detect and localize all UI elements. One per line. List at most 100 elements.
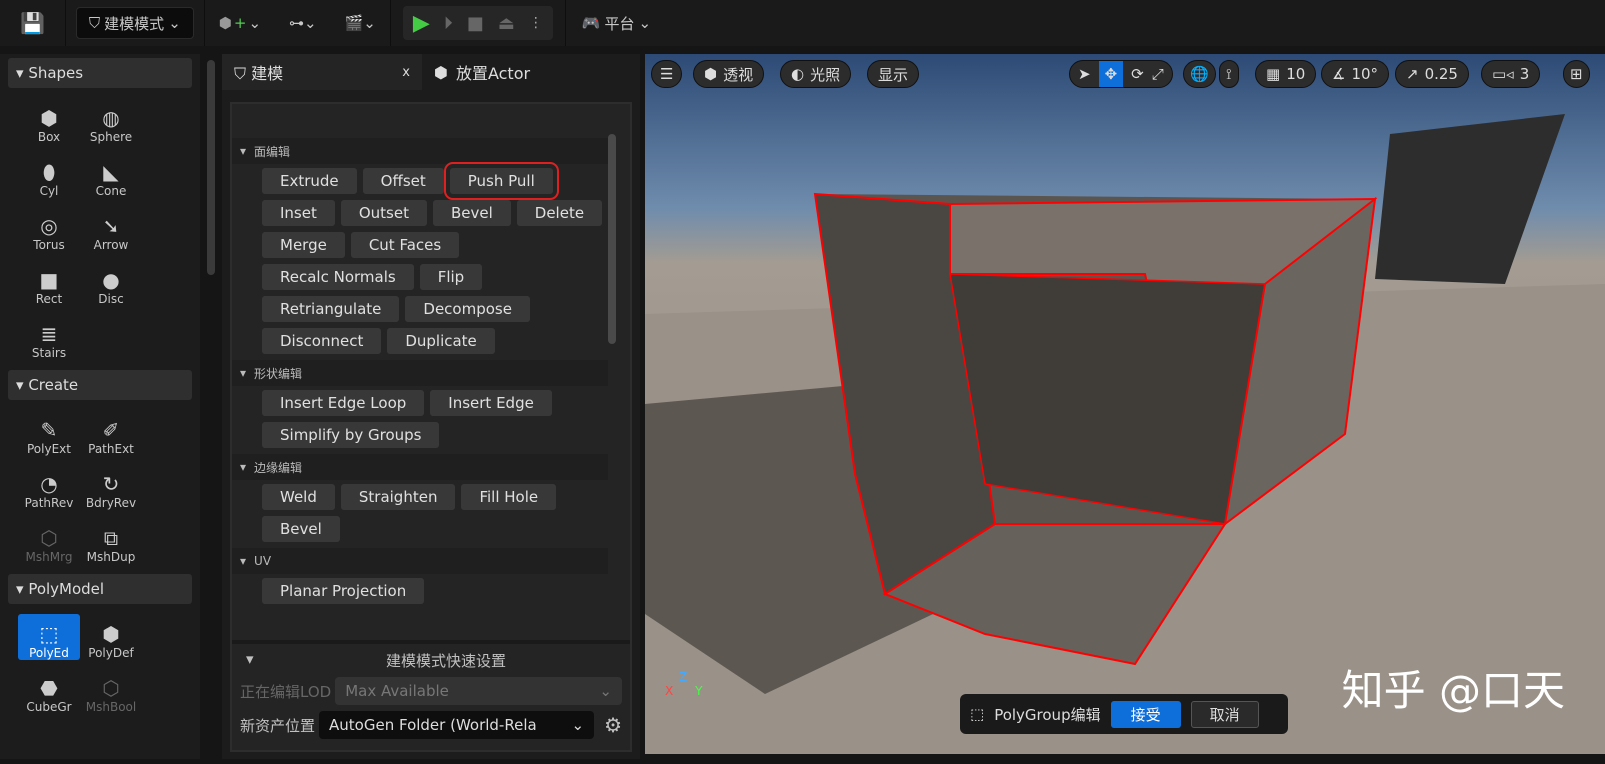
- cinematics-button[interactable]: 🎬⌄: [331, 14, 390, 32]
- cut-faces-button[interactable]: Cut Faces: [350, 232, 460, 258]
- tool-cubegr[interactable]: ⬣ CubeGr: [18, 668, 80, 714]
- push-pull-button[interactable]: Push Pull: [443, 162, 559, 200]
- duplicate-button[interactable]: Duplicate: [387, 328, 495, 354]
- select-icon[interactable]: ➤: [1078, 65, 1091, 83]
- section-shapes[interactable]: ▾ Shapes: [8, 58, 192, 88]
- tool-cyl[interactable]: ⬮ Cyl: [18, 152, 80, 198]
- simplify-by-groups-button[interactable]: Simplify by Groups: [262, 422, 440, 448]
- section-polymodel[interactable]: ▾ PolyModel: [8, 574, 192, 604]
- inset-button[interactable]: Inset: [262, 200, 335, 226]
- tool-label: Disc: [98, 292, 124, 306]
- scale-icon[interactable]: ⤢: [1152, 65, 1172, 83]
- mode-label: 建模模式: [104, 14, 165, 33]
- collapse-icon[interactable]: ▾: [246, 650, 254, 671]
- step-icon[interactable]: ⏵: [444, 13, 453, 34]
- recalc-normals-button[interactable]: Recalc Normals: [262, 264, 414, 290]
- quick-settings: ▾ 建模模式快速设置 正在编辑LOD Max Available ⌄ 新资产位置 Aut…: [232, 640, 630, 750]
- world-local-button[interactable]: 🌐: [1183, 60, 1216, 88]
- camera-speed-button[interactable]: ▭◃ 3: [1481, 60, 1541, 88]
- outset-button[interactable]: Outset: [340, 200, 427, 226]
- panel-scrollbar[interactable]: [608, 134, 616, 344]
- insert-edge-button[interactable]: Insert Edge: [430, 390, 552, 416]
- tool-mshdup[interactable]: ⧉ MshDup: [80, 518, 142, 564]
- tool-box[interactable]: ⬢ Box: [18, 98, 80, 144]
- asset-location-dropdown[interactable]: AutoGen Folder (World-Rela ⌄: [319, 711, 595, 739]
- group-header[interactable]: ▾ 面编辑: [232, 138, 608, 164]
- extrude-button[interactable]: Extrude: [262, 168, 357, 194]
- straighten-button[interactable]: Straighten: [340, 484, 456, 510]
- tool-cone[interactable]: ◣ Cone: [80, 152, 142, 198]
- collapse-icon: ▾: [240, 460, 247, 474]
- play-icon[interactable]: ▶: [413, 11, 430, 36]
- grid-snap-button[interactable]: ▦ 10: [1255, 60, 1317, 88]
- show-button[interactable]: 显示: [867, 60, 920, 88]
- bevel-button[interactable]: Bevel: [262, 516, 340, 542]
- mode-dropdown[interactable]: ⛉ 建模模式 ⌄: [75, 7, 194, 39]
- camera-icon: ▭◃: [1492, 65, 1514, 83]
- tool-mshbool[interactable]: ⬡ MshBool: [80, 668, 142, 714]
- retriangulate-button[interactable]: Retriangulate: [262, 296, 400, 322]
- move-icon[interactable]: ✥: [1098, 61, 1124, 87]
- tool-pathext[interactable]: ✐ PathExt: [80, 410, 142, 456]
- layout-button[interactable]: ⊞: [1563, 60, 1590, 88]
- rotate-icon[interactable]: ⟳: [1131, 65, 1144, 83]
- add-actor-button[interactable]: ⬢ + ⌄: [205, 14, 275, 32]
- quick-settings-title: 建模模式快速设置: [385, 652, 506, 670]
- tool-bdryrev[interactable]: ↻ BdryRev: [80, 464, 142, 510]
- blueprint-button[interactable]: ⊶⌄: [275, 14, 331, 32]
- delete-button[interactable]: Delete: [516, 200, 603, 226]
- tool-rect[interactable]: ■ Rect: [18, 260, 80, 306]
- section-create[interactable]: ▾ Create: [8, 370, 192, 400]
- accept-button[interactable]: 接受: [1110, 700, 1181, 728]
- lod-dropdown[interactable]: Max Available ⌄: [335, 677, 622, 705]
- scale-snap-button[interactable]: ↗ 0.25: [1395, 60, 1469, 88]
- tool-polydef[interactable]: ⬢ PolyDef: [80, 614, 142, 660]
- close-icon[interactable]: x: [402, 65, 410, 80]
- more-icon[interactable]: ⋮: [529, 15, 543, 31]
- merge-button[interactable]: Merge: [262, 232, 345, 258]
- tool-pathrev[interactable]: ◔ PathRev: [18, 464, 80, 510]
- surface-snap-button[interactable]: ⟟: [1219, 60, 1239, 88]
- cancel-button[interactable]: 取消: [1190, 700, 1259, 728]
- tool-stairs[interactable]: ≣ Stairs: [18, 314, 80, 360]
- weld-button[interactable]: Weld: [262, 484, 335, 510]
- group-title: 形状编辑: [254, 366, 303, 381]
- insert-edge-loop-button[interactable]: Insert Edge Loop: [262, 390, 425, 416]
- tab-modeling[interactable]: ⛉ 建模 x: [222, 54, 422, 90]
- decompose-button[interactable]: Decompose: [405, 296, 530, 322]
- offset-button[interactable]: Offset: [362, 168, 444, 194]
- tool-torus[interactable]: ◎ Torus: [18, 206, 80, 252]
- cubegrid-icon: ⬣: [40, 676, 58, 700]
- flip-button[interactable]: Flip: [419, 264, 483, 290]
- tool-arrow[interactable]: ➘ Arrow: [80, 206, 142, 252]
- platform-dropdown[interactable]: 🎮 平台 ⌄: [566, 13, 667, 34]
- tool-polyext[interactable]: ✎ PolyExt: [18, 410, 80, 456]
- tool-polyed[interactable]: ⬚ PolyEd: [18, 614, 80, 660]
- group-header[interactable]: ▾ 形状编辑: [232, 360, 608, 386]
- save-icon[interactable]: 💾: [0, 11, 65, 35]
- tool-mshmrg[interactable]: ⬡ MshMrg: [18, 518, 80, 564]
- bevel-button[interactable]: Bevel: [432, 200, 511, 226]
- eject-icon[interactable]: ⏏: [498, 13, 515, 34]
- stop-icon[interactable]: ■: [467, 13, 484, 34]
- modeling-panel: ⛉ 建模 x ⬢ 放置Actor ▾ 面编辑 Extrude Offset Push Pul…: [222, 54, 640, 759]
- planar-projection-button[interactable]: Planar Projection: [262, 578, 425, 604]
- group-header[interactable]: ▾ 边缘编辑: [232, 454, 608, 480]
- gear-icon[interactable]: ⚙: [604, 713, 622, 737]
- tool-disc[interactable]: ● Disc: [80, 260, 142, 306]
- tool-label: Rect: [35, 292, 63, 306]
- tab-place-actor[interactable]: ⬢ 放置Actor: [422, 54, 542, 90]
- polygroup-label: PolyGroup编辑: [994, 705, 1101, 724]
- group-header[interactable]: ▾ UV: [232, 548, 608, 574]
- angle-snap-button[interactable]: ∡ 10°: [1321, 60, 1390, 88]
- fill-hole-button[interactable]: Fill Hole: [461, 484, 557, 510]
- viewport[interactable]: ☰ ⬢ 透视 ◐ 光照 显示 ➤ ✥ ⟳ ⤢ 🌐 ⟟ ▦ 10 ∡ 10° ↗ 0.25 ▭◃ 3…: [645, 54, 1605, 754]
- tool-sphere[interactable]: ◍ Sphere: [80, 98, 142, 144]
- palette-scrollbar[interactable]: [207, 60, 215, 275]
- tool-label: Sphere: [89, 130, 133, 144]
- layout-icon: ⊞: [1570, 65, 1583, 83]
- disconnect-button[interactable]: Disconnect: [262, 328, 382, 354]
- perspective-button[interactable]: ⬢ 透视: [693, 60, 765, 88]
- lighting-button[interactable]: ◐ 光照: [780, 60, 852, 88]
- menu-button[interactable]: ☰: [651, 60, 683, 88]
